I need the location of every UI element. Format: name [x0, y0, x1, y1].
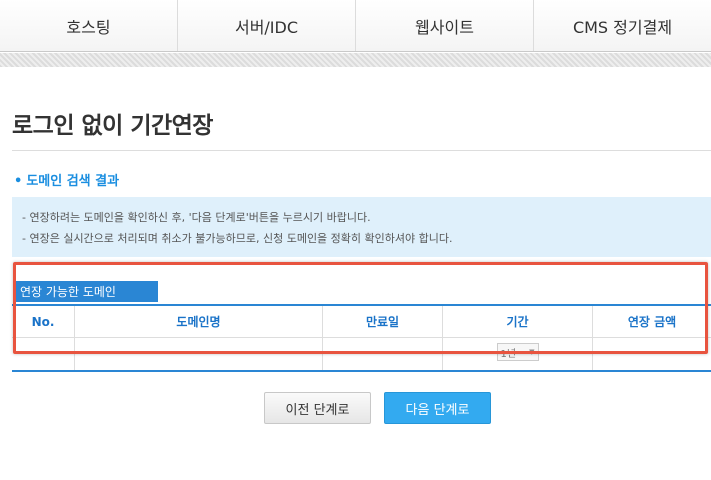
section-heading-label: 도메인 검색 결과 [26, 174, 120, 189]
prev-step-button[interactable]: 이전 단계로 [264, 392, 371, 424]
nav-item-server-idc[interactable]: 서버/IDC [177, 0, 355, 51]
page-title: 로그인 없이 기간연장 [12, 113, 213, 139]
notice-line: - 연장은 실시간으로 처리되며 취소가 불가능하므로, 신청 도메인을 정확히… [22, 232, 453, 245]
top-navigation: 호스팅 서버/IDC 웹사이트 CMS 정기결제 [0, 0, 711, 52]
nav-item-hosting[interactable]: 호스팅 [0, 0, 177, 51]
bullet-icon: • [14, 174, 23, 189]
nav-item-website[interactable]: 웹사이트 [355, 0, 533, 51]
title-divider [12, 150, 711, 151]
section-heading: • 도메인 검색 결과 [14, 170, 119, 189]
next-step-button[interactable]: 다음 단계로 [384, 392, 491, 424]
highlight-annotation [13, 262, 708, 354]
nav-item-cms-billing[interactable]: CMS 정기결제 [533, 0, 711, 51]
notice-line: - 연장하려는 도메인을 확인하신 후, '다음 단계로'버튼을 누르시기 바랍… [22, 211, 371, 224]
nav-divider-pattern [0, 53, 711, 67]
notice-box: - 연장하려는 도메인을 확인하신 후, '다음 단계로'버튼을 누르시기 바랍… [12, 197, 711, 257]
